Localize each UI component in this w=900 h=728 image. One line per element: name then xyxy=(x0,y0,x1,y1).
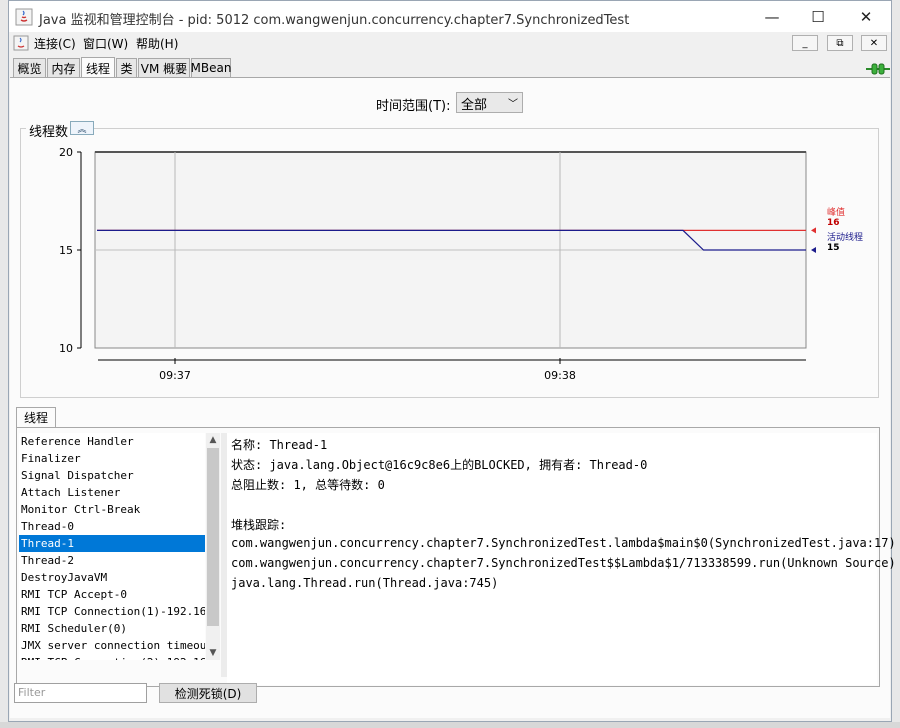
thread-list-item[interactable]: Thread-2 xyxy=(19,552,205,569)
thread-list-item[interactable]: RMI TCP Accept-0 xyxy=(19,586,205,603)
tab-vm-summary[interactable]: VM 概要 xyxy=(138,58,190,77)
thread-detail-line: 状态: java.lang.Object@16c9c8e6上的BLOCKED, … xyxy=(231,458,648,472)
background-window-left xyxy=(0,0,8,728)
legend-value: 16 xyxy=(827,218,840,228)
thread-list-item[interactable]: RMI Scheduler(0) xyxy=(19,620,205,637)
thread-detail-line: 总阻止数: 1, 总等待数: 0 xyxy=(231,478,385,492)
thread-list-item[interactable]: Attach Listener xyxy=(19,484,205,501)
y-tick-label: 10 xyxy=(59,342,73,355)
thread-detail-line: 名称: Thread-1 xyxy=(231,438,328,452)
legend-label: 峰值 xyxy=(827,206,845,218)
filter-input[interactable]: Filter xyxy=(14,683,147,703)
menu-window[interactable]: 窗口(W) xyxy=(83,35,128,52)
scroll-up-icon[interactable]: ▲ xyxy=(206,433,220,447)
thread-list-item[interactable]: Reference Handler xyxy=(19,433,205,450)
mdi-close-button[interactable]: ✕ xyxy=(861,35,887,51)
detect-deadlock-button[interactable]: 检测死锁(D) xyxy=(159,683,257,703)
thread-detail-line: com.wangwenjun.concurrency.chapter7.Sync… xyxy=(231,556,896,570)
close-button[interactable]: ✕ xyxy=(843,1,889,32)
background-window-right xyxy=(892,0,900,728)
thread-list-item[interactable]: Finalizer xyxy=(19,450,205,467)
tab-threads[interactable]: 线程 xyxy=(81,57,115,78)
background-taskbar-strip xyxy=(0,722,900,728)
menu-bar: 连接(C) 窗口(W) 帮助(H) _ ⧉ ✕ xyxy=(9,32,891,54)
thread-detail-line: 堆栈跟踪: xyxy=(231,518,287,532)
connection-status-icon xyxy=(866,63,890,75)
threads-tab-panel: 时间范围(T): 全部 ﹀ 线程数 ︽ 10 15 20 09:37 09:38 峰值 16… xyxy=(10,77,896,718)
thread-list-item[interactable]: Signal Dispatcher xyxy=(19,467,205,484)
thread-list-item[interactable]: Monitor Ctrl-Break xyxy=(19,501,205,518)
thread-list-item[interactable]: RMI TCP Connection(1)-192.168. xyxy=(19,603,205,620)
x-tick-label: 09:38 xyxy=(544,369,576,382)
threads-panel: Reference Handler Finalizer Signal Dispatc… xyxy=(16,427,896,687)
thread-detail-line: com.wangwenjun.concurrency.chapter7.Sync… xyxy=(231,536,896,550)
threads-subtab[interactable]: 线程 xyxy=(16,407,56,427)
tab-overview[interactable]: 概览 xyxy=(13,58,46,77)
time-range-value: 全部 xyxy=(461,98,488,113)
time-range-label: 时间范围(T): xyxy=(376,99,451,114)
java-icon xyxy=(13,35,29,51)
legend-value: 15 xyxy=(827,243,840,253)
maximize-button[interactable]: ☐ xyxy=(795,1,841,32)
menu-help[interactable]: 帮助(H) xyxy=(136,35,178,52)
chevron-down-icon: ﹀ xyxy=(508,99,518,110)
thread-list-scrollbar[interactable]: ▲ ▼ xyxy=(206,433,220,660)
scroll-down-icon[interactable]: ▼ xyxy=(206,646,220,660)
thread-detail-line: java.lang.Thread.run(Thread.java:745) xyxy=(231,576,499,590)
thread-count-chart: 10152009:37 09:38峰值16活动线程15 xyxy=(59,146,863,382)
time-range-select[interactable]: 全部 ﹀ xyxy=(456,92,523,113)
jconsole-window: Java 监视和管理控制台 - pid: 5012 com.wangwenjun… xyxy=(8,0,896,722)
thread-list[interactable]: Reference Handler Finalizer Signal Dispatc… xyxy=(19,433,205,660)
thread-list-item[interactable]: DestroyJavaVM xyxy=(19,569,205,586)
y-tick-label: 20 xyxy=(59,146,73,159)
mdi-minimize-button[interactable]: _ xyxy=(792,35,818,51)
legend-marker xyxy=(811,247,816,253)
thread-detail: 名称: Thread-1 状态: java.lang.Object@16c9c8e… xyxy=(227,433,896,685)
menu-connection[interactable]: 连接(C) xyxy=(34,35,76,52)
java-icon xyxy=(15,8,33,26)
tab-mbean[interactable]: MBean xyxy=(191,58,231,77)
minimize-button[interactable]: — xyxy=(749,1,795,32)
tab-memory[interactable]: 内存 xyxy=(47,58,80,77)
scroll-thumb[interactable] xyxy=(207,448,219,626)
tab-classes[interactable]: 类 xyxy=(116,58,137,77)
mdi-restore-button[interactable]: ⧉ xyxy=(827,35,853,51)
title-bar[interactable]: Java 监视和管理控制台 - pid: 5012 com.wangwenjun… xyxy=(9,1,891,32)
window-title: Java 监视和管理控制台 - pid: 5012 com.wangwenjun… xyxy=(39,13,630,28)
legend-label: 活动线程 xyxy=(827,231,863,243)
thread-list-item[interactable]: Thread-0 xyxy=(19,518,205,535)
x-tick-label: 09:37 xyxy=(159,369,191,382)
y-tick-label: 15 xyxy=(59,244,73,257)
thread-list-item[interactable]: Thread-1 xyxy=(19,535,205,552)
tab-strip: 概览 内存 线程 类 VM 概要 MBean xyxy=(9,57,891,78)
thread-list-item[interactable]: JMX server connection timeout xyxy=(19,637,205,654)
thread-list-item[interactable]: RMI TCP Connection(2)-192.168. xyxy=(19,654,205,660)
legend-marker xyxy=(811,227,816,234)
